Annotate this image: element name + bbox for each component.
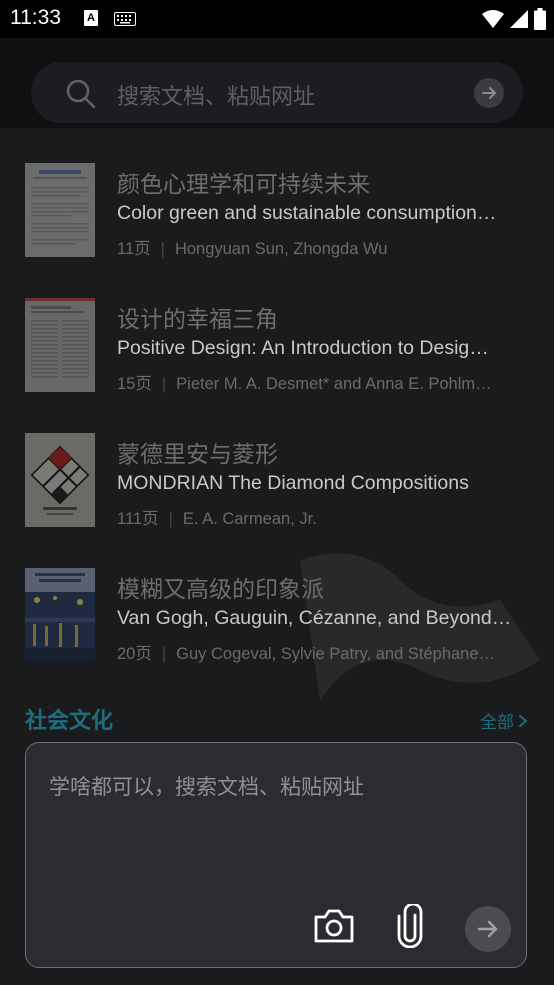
- view-all-label: 全部: [480, 713, 514, 733]
- meta-divider: |: [168, 510, 173, 528]
- document-thumbnail: [25, 298, 95, 392]
- meta-divider: |: [160, 240, 165, 258]
- document-pages: 111页: [117, 510, 159, 528]
- camera-icon: [314, 909, 354, 943]
- chevron-right-icon: [519, 714, 527, 727]
- document-subtitle: Positive Design: An Introduction to Desi…: [117, 337, 489, 359]
- document-pages: 15页: [117, 375, 152, 393]
- list-item[interactable]: 模糊又高级的印象派 Van Gogh, Gauguin, Cézanne, an…: [0, 568, 554, 678]
- document-meta: 20页 | Guy Cogeval, Sylvie Patry, and Stéph…: [117, 640, 529, 664]
- document-title: 蒙德里安与菱形: [117, 442, 278, 468]
- header: 搜索文档、粘贴网址: [0, 38, 554, 128]
- document-title: 模糊又高级的印象派: [117, 577, 324, 603]
- a-notification-icon: A: [84, 10, 98, 26]
- document-pages: 20页: [117, 645, 152, 663]
- document-subtitle: Color green and sustainable consumption…: [117, 202, 497, 224]
- battery-icon: [534, 8, 546, 34]
- composer-card[interactable]: 学啥都可以，搜索文档、粘贴网址: [25, 742, 527, 968]
- search-go-button[interactable]: [474, 78, 504, 108]
- status-right-icons: [482, 8, 546, 34]
- list-item[interactable]: 颜色心理学和可持续未来 Color green and sustainable …: [0, 163, 554, 273]
- signal-icon: [510, 9, 528, 33]
- document-title: 颜色心理学和可持续未来: [117, 172, 370, 198]
- search-icon: [65, 78, 97, 114]
- document-pages: 11页: [117, 240, 151, 258]
- section-title: 社会文化: [25, 708, 114, 734]
- document-authors: Hongyuan Sun, Zhongda Wu: [174, 240, 388, 258]
- composer-input[interactable]: 学啥都可以，搜索文档、粘贴网址: [49, 771, 364, 801]
- keyboard-icon: [114, 11, 136, 30]
- document-authors: Guy Cogeval, Sylvie Patry, and Stéphane…: [176, 645, 496, 663]
- document-thumbnail: [25, 568, 95, 662]
- status-bar: 11:33 A: [0, 0, 554, 38]
- document-subtitle: MONDRIAN The Diamond Compositions: [117, 472, 469, 494]
- document-meta: 15页 | Pieter M. A. Desmet* and Anna E. Poh…: [117, 370, 529, 394]
- arrow-right-icon: [482, 87, 496, 99]
- attach-button[interactable]: [394, 902, 426, 952]
- view-all-link[interactable]: 全部: [480, 708, 528, 733]
- document-thumbnail: [25, 163, 95, 257]
- status-time: 11:33: [10, 6, 61, 29]
- document-subtitle: Van Gogh, Gauguin, Cézanne, and Beyond…: [117, 607, 512, 629]
- camera-button[interactable]: [312, 908, 356, 948]
- arrow-right-icon: [477, 920, 498, 938]
- search-bar[interactable]: 搜索文档、粘贴网址: [31, 62, 523, 123]
- list-item[interactable]: 设计的幸福三角 Positive Design: An Introduction…: [0, 298, 554, 408]
- document-authors: E. A. Carmean, Jr.: [182, 510, 317, 528]
- paperclip-icon: [397, 902, 423, 949]
- document-meta: 111页 | E. A. Carmean, Jr.: [117, 505, 529, 529]
- document-thumbnail: [25, 433, 95, 527]
- document-authors: Pieter M. A. Desmet* and Anna E. Pohlm…: [176, 375, 492, 393]
- search-input[interactable]: 搜索文档、粘贴网址: [117, 79, 315, 111]
- wifi-icon: [482, 9, 504, 33]
- meta-divider: |: [161, 645, 167, 663]
- document-title: 设计的幸福三角: [117, 307, 278, 333]
- meta-divider: |: [161, 375, 167, 393]
- send-button[interactable]: [465, 906, 511, 952]
- document-meta: 11页 | Hongyuan Sun, Zhongda Wu: [117, 235, 529, 259]
- list-item[interactable]: 蒙德里安与菱形 MONDRIAN The Diamond Composition…: [0, 433, 554, 543]
